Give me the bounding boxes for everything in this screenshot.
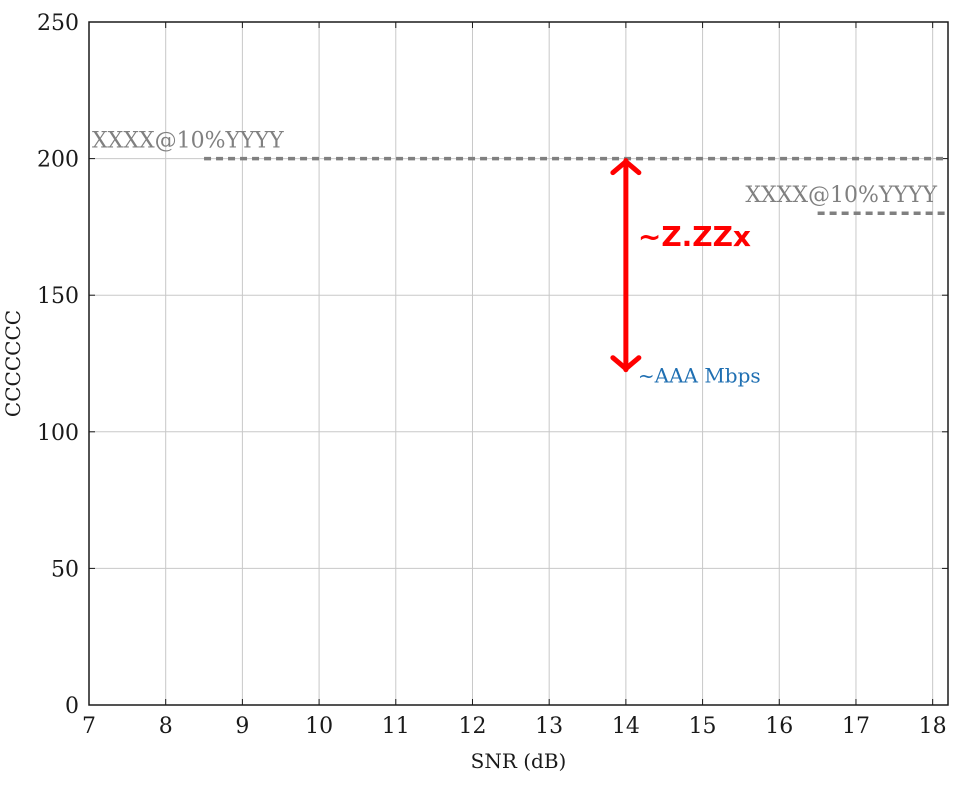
gap-label: ~Z.ZZx [638, 220, 751, 253]
annotations: ~Z.ZZx ~AAA Mbps [610, 158, 761, 388]
y-tick-label: 250 [37, 11, 79, 36]
x-tick-label: 14 [612, 714, 640, 739]
x-tick-label: 10 [305, 714, 333, 739]
x-tick-label: 7 [82, 714, 96, 739]
x-tick-label: 15 [689, 714, 717, 739]
throughput-label: ~AAA Mbps [638, 364, 761, 388]
y-tick-label: 200 [37, 148, 79, 173]
x-tick-label: 9 [235, 714, 249, 739]
y-tick-label: 100 [37, 421, 79, 446]
y-tick-label: 50 [51, 557, 79, 582]
grid [88, 21, 948, 706]
x-axis-label: SNR (dB) [471, 749, 567, 773]
x-tick-label: 18 [919, 714, 947, 739]
plot-frame [88, 21, 949, 706]
x-tick-label: 11 [382, 714, 410, 739]
x-tick-label: 16 [765, 714, 793, 739]
x-tick-label: 8 [159, 714, 173, 739]
chart: 7 8 9 10 11 12 13 14 15 16 17 18 0 50 100 150 200 250 XX… [1, 11, 949, 773]
y-tick-label: 150 [37, 284, 79, 309]
series-label-2: XXXX@10%YYYY [745, 183, 937, 208]
x-tick-label: 12 [458, 714, 486, 739]
x-tick-label: 13 [535, 714, 563, 739]
y-axis: 0 50 100 150 200 250 [37, 11, 948, 719]
x-tick-label: 17 [842, 714, 870, 739]
y-tick-label: 0 [65, 694, 79, 719]
y-axis-label: CCCCCCC [1, 310, 25, 417]
series-label-1: XXXX@10%YYYY [92, 129, 284, 154]
series-group: XXXX@10%YYYY XXXX@10%YYYY [92, 129, 948, 215]
